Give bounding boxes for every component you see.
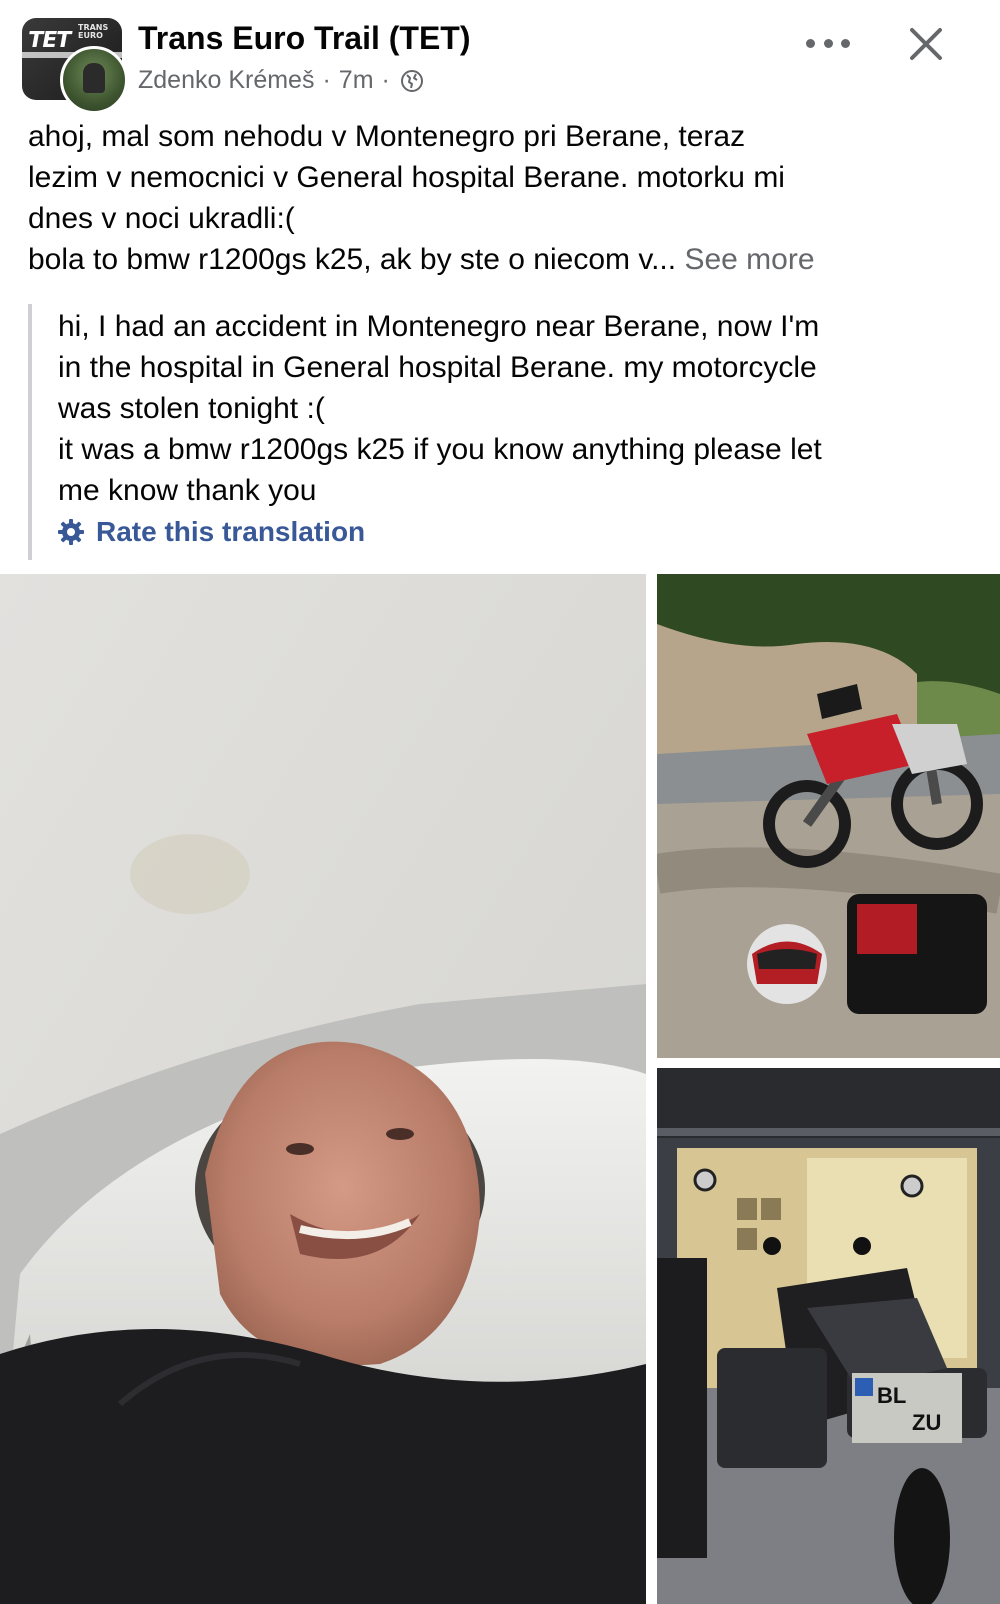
group-logo-small-text: TRANS EURO — [78, 23, 109, 40]
plate-text-2: ZU — [912, 1410, 941, 1435]
motorcycle-roadside-image — [657, 574, 1000, 1058]
translation-block: hi, I had an accident in Montenegro near… — [28, 304, 972, 560]
post-text-line: dnes v noci ukradli:( — [28, 202, 295, 235]
post-body: ahoj, mal som nehodu v Montenegro pri Be… — [28, 116, 978, 280]
post-header: TET TRANS EURO Trans Euro Trail (TET) Zd… — [0, 0, 1000, 114]
group-logo-text: TET — [25, 28, 73, 53]
translation-line: was stolen tonight :( — [58, 392, 325, 425]
see-more-link[interactable]: See more — [684, 243, 814, 276]
globe-icon[interactable] — [400, 69, 424, 93]
photo-motorcycle-night[interactable]: BL ZU — [657, 1068, 1000, 1604]
post-text-line: bola to bmw r1200gs k25, ak by ste o nie… — [28, 243, 677, 276]
rider-silhouette — [83, 63, 105, 93]
motorcycle-night-image: BL ZU — [657, 1068, 1000, 1604]
more-horizontal-icon[interactable] — [806, 28, 850, 58]
close-icon[interactable] — [906, 24, 946, 64]
post-text-line: ahoj, mal som nehodu v Montenegro pri Be… — [28, 120, 746, 153]
photo-hospital-selfie[interactable] — [0, 574, 646, 1604]
meta-separator: · — [381, 66, 390, 94]
rate-translation-link[interactable]: Rate this translation — [56, 516, 365, 548]
photo-motorcycle-roadside[interactable] — [657, 574, 1000, 1058]
user-avatar[interactable] — [60, 46, 128, 114]
translation-line: in the hospital in General hospital Bera… — [58, 351, 817, 384]
post-time[interactable]: 7m — [339, 66, 374, 95]
meta-separator: · — [322, 66, 331, 94]
translation-line: it was a bmw r1200gs k25 if you know any… — [58, 433, 822, 466]
gear-icon — [58, 519, 84, 545]
translation-line: hi, I had an accident in Montenegro near… — [58, 310, 820, 343]
translation-text: hi, I had an accident in Montenegro near… — [58, 306, 978, 511]
post-text-line: lezim v nemocnici v General hospital Ber… — [28, 161, 785, 194]
post-meta: Zdenko Krémeš · 7m · — [138, 66, 424, 95]
translation-line: me know thank you — [58, 474, 317, 507]
author-name[interactable]: Zdenko Krémeš — [138, 66, 314, 95]
post-text-line-last: bola to bmw r1200gs k25, ak by ste o nie… — [28, 239, 978, 280]
group-name[interactable]: Trans Euro Trail (TET) — [138, 20, 471, 57]
hospital-selfie-image — [0, 574, 646, 1604]
plate-text: BL — [877, 1383, 906, 1408]
rate-translation-label: Rate this translation — [96, 516, 366, 547]
